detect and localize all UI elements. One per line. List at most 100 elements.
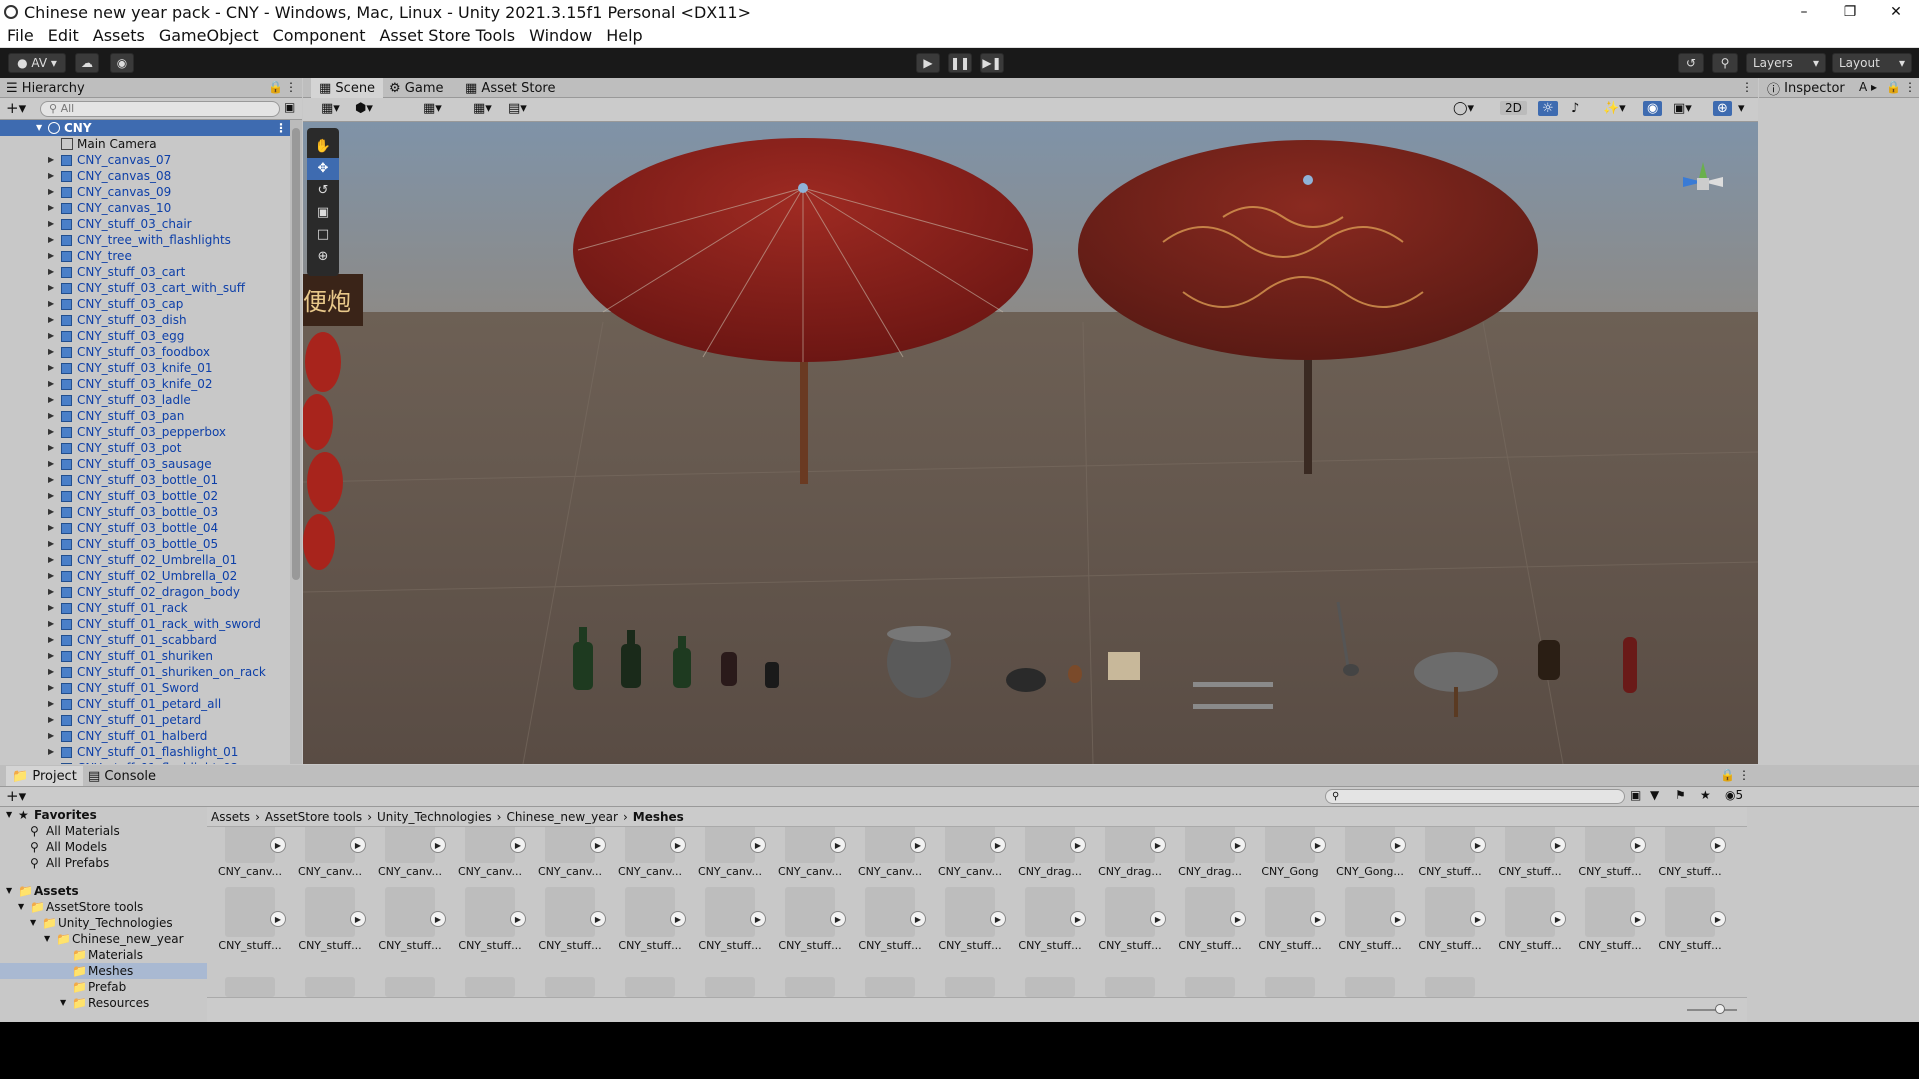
asset-item[interactable]: ▶ CNY_stuff... — [695, 887, 766, 977]
asset-item[interactable]: ▶ CNY_stuff... — [295, 887, 366, 977]
gizmos-icon[interactable]: ⊕ — [1713, 101, 1732, 116]
close-icon[interactable]: ✕ — [1873, 4, 1919, 20]
play-icon[interactable]: ▶ — [1710, 911, 1726, 927]
expand-arrow-icon[interactable]: ▼ — [30, 915, 36, 931]
pause-button[interactable]: ❚❚ — [948, 53, 972, 73]
expand-arrow-icon[interactable]: ▶ — [48, 200, 54, 216]
move-tool-icon[interactable]: ✥ — [307, 158, 339, 180]
play-icon[interactable]: ▶ — [270, 911, 286, 927]
mesh-thumbnail[interactable] — [385, 977, 435, 997]
mesh-thumbnail[interactable] — [465, 977, 515, 997]
hierarchy-row[interactable]: ▶ CNY_stuff_03_ladle — [0, 392, 290, 408]
restore-icon[interactable]: ❐ — [1827, 4, 1873, 20]
play-icon[interactable]: ▶ — [670, 837, 686, 853]
folder-assetstore-tools[interactable]: ▼ 📁 AssetStore tools — [0, 899, 207, 915]
play-icon[interactable]: ▶ — [1630, 911, 1646, 927]
expand-arrow-icon[interactable]: ▶ — [48, 328, 54, 344]
pepperbox[interactable] — [1538, 640, 1560, 680]
expand-arrow-icon[interactable]: ▶ — [48, 568, 54, 584]
menu-gameobject[interactable]: GameObject — [152, 26, 266, 45]
breadcrumb-chinese-new-year[interactable]: Chinese_new_year — [506, 810, 618, 824]
ruler-icon[interactable]: ▤▾ — [508, 101, 527, 116]
hierarchy-row[interactable]: ▶ CNY_stuff_03_dish — [0, 312, 290, 328]
account-button[interactable]: ● AV ▾ — [8, 53, 66, 73]
asset-item[interactable]: ▶ CNY_stuff... — [375, 887, 446, 977]
scrollbar-thumb[interactable] — [292, 128, 300, 580]
mesh-thumbnail[interactable] — [705, 977, 755, 997]
hierarchy-row[interactable]: ▶ CNY_stuff_03_cart_with_suff — [0, 280, 290, 296]
asset-item[interactable]: ▶ CNY_stuff... — [1095, 887, 1166, 977]
tab-project[interactable]: 📁 Project — [6, 766, 83, 786]
play-icon[interactable]: ▶ — [1150, 837, 1166, 853]
tab-console[interactable]: ▤ Console — [88, 766, 156, 786]
mesh-thumbnail[interactable] — [625, 977, 675, 997]
hierarchy-row[interactable]: ▶ CNY_stuff_01_petard_all — [0, 696, 290, 712]
expand-arrow-icon[interactable]: ▼ — [18, 899, 24, 915]
expand-arrow-icon[interactable]: ▶ — [48, 344, 54, 360]
lock-icon[interactable]: 🔒 — [268, 80, 283, 94]
play-icon[interactable]: ▶ — [1470, 837, 1486, 853]
asset-item[interactable]: ▶ CNY_stuff... — [1495, 887, 1566, 977]
hierarchy-row[interactable]: ▶ CNY_stuff_01_scabbard — [0, 632, 290, 648]
play-icon[interactable]: ▶ — [1470, 911, 1486, 927]
grid-snap-icon[interactable]: ▦▾ — [423, 101, 442, 116]
hierarchy-row[interactable]: ▶ CNY_tree_with_flashlights — [0, 232, 290, 248]
play-icon[interactable]: ▶ — [430, 911, 446, 927]
hierarchy-row[interactable]: ▶ CNY_canvas_10 — [0, 200, 290, 216]
visibility-icon[interactable]: ◉ — [1643, 101, 1663, 116]
asset-item[interactable]: ▶ CNY_stuff... — [615, 887, 686, 977]
expand-arrow-icon[interactable]: ▶ — [48, 488, 54, 504]
tab-asset-store[interactable]: ▦ Asset Store — [465, 78, 555, 98]
hierarchy-row[interactable]: ▶ CNY_canvas_09 — [0, 184, 290, 200]
assets-header[interactable]: ▼ 📁 Assets — [0, 883, 207, 899]
expand-arrow-icon[interactable]: ▶ — [48, 168, 54, 184]
play-icon[interactable]: ▶ — [430, 837, 446, 853]
play-icon[interactable]: ▶ — [1310, 911, 1326, 927]
hierarchy-row[interactable]: ▶ CNY_stuff_01_petard — [0, 712, 290, 728]
hierarchy-row[interactable]: ▶ CNY_tree — [0, 248, 290, 264]
hierarchy-row[interactable]: ▶ CNY_stuff_03_bottle_05 — [0, 536, 290, 552]
hierarchy-root-row[interactable]: ▼ CNY ⋮ — [0, 120, 290, 136]
minimize-icon[interactable]: – — [1781, 4, 1827, 20]
menu-asset-store-tools[interactable]: Asset Store Tools — [372, 26, 522, 45]
play-icon[interactable]: ▶ — [1230, 911, 1246, 927]
hierarchy-row[interactable]: ▶ CNY_stuff_03_cart — [0, 264, 290, 280]
play-icon[interactable]: ▶ — [350, 911, 366, 927]
hierarchy-row[interactable]: ▶ CNY_stuff_01_rack — [0, 600, 290, 616]
breadcrumb-assets[interactable]: Assets — [207, 810, 250, 824]
add-icon[interactable]: +▾ — [6, 99, 26, 117]
chevron-right-icon[interactable]: ▸ — [1871, 80, 1877, 94]
expand-arrow-icon[interactable]: ▶ — [48, 184, 54, 200]
hierarchy-row[interactable]: ▶ CNY_stuff_02_Umbrella_01 — [0, 552, 290, 568]
hierarchy-row[interactable]: ▶ CNY_stuff_03_cap — [0, 296, 290, 312]
label-icon[interactable]: ⚑ — [1675, 788, 1686, 802]
play-icon[interactable]: ▶ — [1550, 837, 1566, 853]
kebab-menu-icon[interactable]: ⋮ — [1741, 80, 1753, 94]
breadcrumb-meshes[interactable]: Meshes — [633, 810, 684, 824]
hierarchy-row[interactable]: ▶ CNY_stuff_01_rack_with_sword — [0, 616, 290, 632]
expand-arrow-icon[interactable]: ▶ — [48, 616, 54, 632]
expand-arrow-icon[interactable]: ▶ — [48, 216, 54, 232]
expand-arrow-icon[interactable]: ▼ — [44, 931, 50, 947]
mesh-thumbnail[interactable] — [545, 977, 595, 997]
project-folder-tree[interactable]: ▼ ★ Favorites ⚲ All Materials ⚲ All Models ⚲… — [0, 807, 207, 1022]
hierarchy-row[interactable]: ▶ CNY_stuff_01_Sword — [0, 680, 290, 696]
hierarchy-row[interactable]: ▶ CNY_stuff_03_pot — [0, 440, 290, 456]
expand-arrow-icon[interactable]: ▶ — [48, 408, 54, 424]
menu-help[interactable]: Help — [599, 26, 649, 45]
effects-icon[interactable]: ✨▾ — [1603, 101, 1626, 116]
breadcrumb-unity-technologies[interactable]: Unity_Technologies — [377, 810, 492, 824]
expand-arrow-icon[interactable]: ▶ — [48, 552, 54, 568]
hierarchy-list[interactable]: ▼ CNY ⋮ Main Camera ▶ CNY_canvas_07 ▶ CNY_ca… — [0, 120, 290, 764]
tab-inspector[interactable]: ⓘ Inspector — [1767, 78, 1845, 98]
mesh-thumbnail[interactable] — [225, 977, 275, 997]
expand-arrow-icon[interactable]: ▼ — [6, 807, 12, 823]
hierarchy-row[interactable]: ▶ CNY_stuff_03_sausage — [0, 456, 290, 472]
menu-assets[interactable]: Assets — [86, 26, 152, 45]
hierarchy-row[interactable]: ▶ CNY_canvas_08 — [0, 168, 290, 184]
play-icon[interactable]: ▶ — [270, 837, 286, 853]
lighting-icon[interactable]: ☼ — [1538, 101, 1558, 116]
kebab-menu-icon[interactable]: ⋮ — [1738, 768, 1750, 782]
expand-arrow-icon[interactable]: ▶ — [48, 296, 54, 312]
star-icon[interactable]: ★ — [1700, 788, 1711, 802]
